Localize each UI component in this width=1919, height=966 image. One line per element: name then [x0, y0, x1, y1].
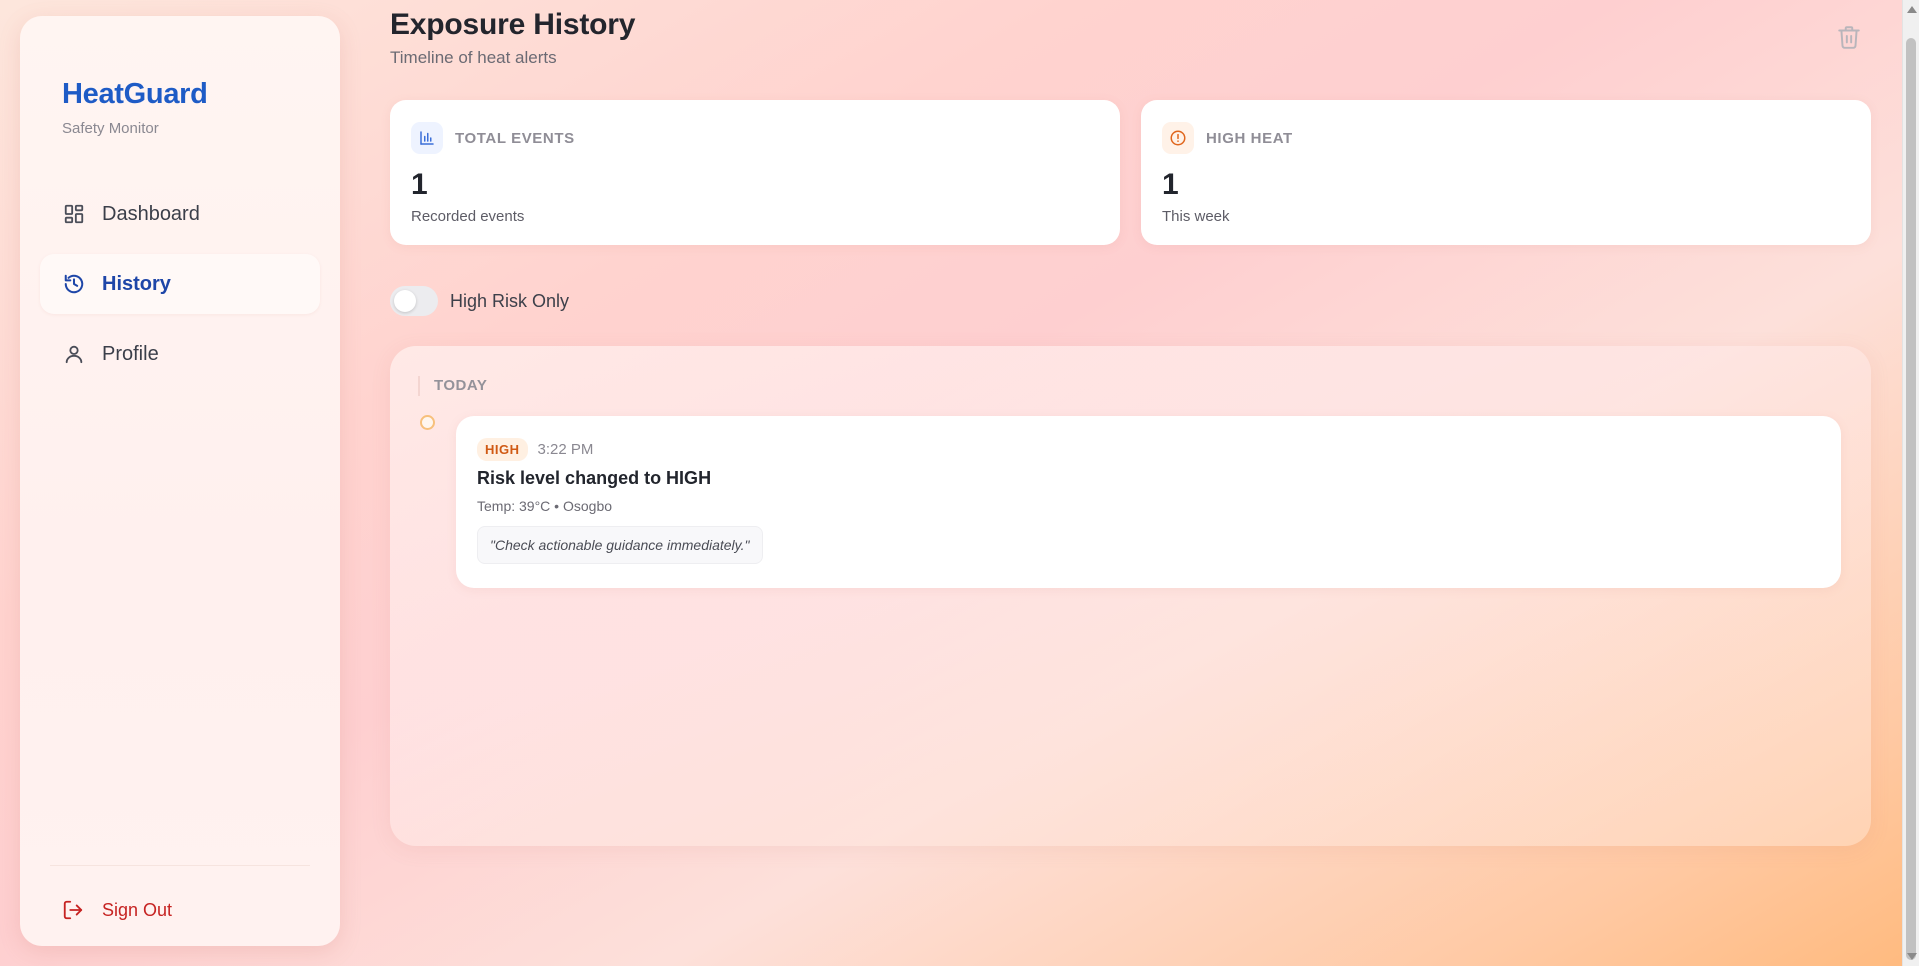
high-risk-toggle[interactable] [390, 286, 438, 316]
event-guidance-quote: "Check actionable guidance immediately." [477, 526, 763, 564]
page-subtitle: Timeline of heat alerts [390, 48, 557, 67]
stat-caption: Recorded events [411, 208, 525, 225]
profile-icon [62, 342, 86, 366]
scroll-down-arrow-icon[interactable] [1907, 953, 1917, 960]
sidebar-item-label: History [102, 272, 171, 295]
trash-icon [1838, 26, 1860, 49]
timeline-group-label: TODAY [418, 376, 487, 396]
scroll-up-arrow-icon[interactable] [1907, 6, 1917, 13]
sidebar-nav: Dashboard History Profile [40, 184, 320, 394]
stat-card-high-heat: HIGH HEAT 1 This week [1141, 100, 1871, 245]
stat-value: 1 [1162, 168, 1179, 201]
sidebar-divider [50, 865, 310, 866]
event-time: 3:22 PM [537, 441, 594, 458]
stat-label: TOTAL EVENTS [455, 129, 575, 147]
sign-out-button[interactable]: Sign Out [62, 898, 172, 922]
high-risk-filter[interactable]: High Risk Only [390, 286, 569, 316]
sidebar-item-label: Profile [102, 342, 159, 365]
dashboard-icon [62, 202, 86, 226]
page-title: Exposure History [390, 8, 636, 41]
timeline-dot [420, 415, 435, 430]
clear-history-button[interactable] [1836, 24, 1862, 50]
stat-value: 1 [411, 168, 428, 201]
stat-caption: This week [1162, 208, 1230, 225]
stat-card-header: HIGH HEAT [1162, 122, 1293, 154]
stat-card-total-events: TOTAL EVENTS 1 Recorded events [390, 100, 1120, 245]
event-title: Risk level changed to HIGH [477, 468, 712, 488]
toggle-knob [394, 290, 416, 312]
alert-circle-icon [1162, 122, 1194, 154]
sidebar-item-profile[interactable]: Profile [40, 324, 320, 384]
page-scrollbar[interactable] [1902, 0, 1919, 966]
brand-name: HeatGuard [62, 78, 208, 110]
sidebar: HeatGuard Safety Monitor Dashboard Histo… [20, 16, 340, 946]
sign-out-label: Sign Out [102, 899, 173, 920]
event-meta: HIGH 3:22 PM [477, 438, 593, 461]
sidebar-item-dashboard[interactable]: Dashboard [40, 184, 320, 244]
sidebar-item-history[interactable]: History [40, 254, 320, 314]
high-risk-label: High Risk Only [450, 290, 570, 311]
stat-label: HIGH HEAT [1206, 129, 1293, 147]
brand-subtitle: Safety Monitor [62, 120, 159, 137]
brand: HeatGuard Safety Monitor [62, 78, 208, 137]
bar-chart-icon [411, 122, 443, 154]
timeline-panel: TODAY HIGH 3:22 PM Risk level changed to… [390, 346, 1871, 846]
scroll-thumb[interactable] [1906, 38, 1916, 960]
history-icon [62, 272, 86, 296]
stat-card-header: TOTAL EVENTS [411, 122, 575, 154]
risk-badge: HIGH [477, 438, 528, 461]
sign-out-icon [62, 898, 86, 922]
event-details: Temp: 39°C • Osogbo [477, 498, 613, 514]
sidebar-item-label: Dashboard [102, 202, 200, 225]
timeline-event-card[interactable]: HIGH 3:22 PM Risk level changed to HIGH … [456, 416, 1841, 588]
